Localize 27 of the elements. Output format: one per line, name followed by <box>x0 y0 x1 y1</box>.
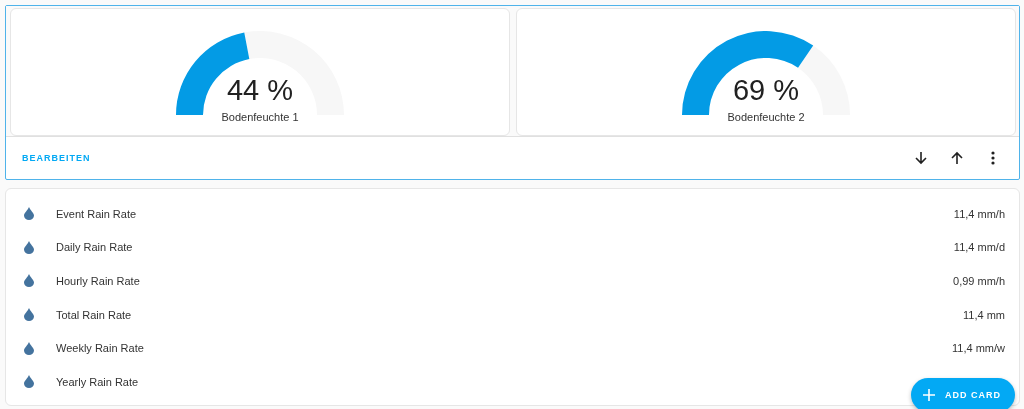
entity-name: Total Rain Rate <box>56 308 132 321</box>
entity-value: 11,4 mm/d <box>953 241 1005 254</box>
entity-name: Yearly Rain Rate <box>56 375 139 388</box>
water-drop-icon <box>24 375 34 389</box>
entity-name: Hourly Rain Rate <box>56 275 140 287</box>
gauge-value: 44 % <box>226 76 294 105</box>
add-card-button[interactable]: ADD CARD <box>911 378 1015 409</box>
entity-value: 0,99 mm/h <box>953 275 1005 287</box>
entity-value: 11,4 mm/w <box>952 342 1005 355</box>
entity-name: Weekly Rain Rate <box>56 342 144 355</box>
gauge-value: 69 % <box>732 76 800 105</box>
water-drop-icon <box>24 274 34 288</box>
more-vertical-icon <box>991 151 995 165</box>
plus-icon <box>923 389 935 401</box>
gauge-label: Bodenfeuchte 2 <box>727 111 805 123</box>
water-drop-icon <box>24 308 34 322</box>
entity-name: Event Rain Rate <box>56 207 137 220</box>
water-drop-icon <box>24 207 34 221</box>
arrow-up-icon <box>950 151 964 165</box>
water-drop-icon <box>24 341 34 355</box>
water-drop-icon <box>24 240 34 254</box>
entity-value: 11,4 mm <box>963 308 1005 321</box>
gauge-label: Bodenfeuchte 1 <box>221 111 299 123</box>
entity-name: Daily Rain Rate <box>56 241 133 254</box>
entity-value: 11,4 mm/h <box>953 207 1005 220</box>
arrow-down-icon <box>914 151 928 165</box>
edit-button[interactable]: BEARBEITEN <box>6 147 107 169</box>
